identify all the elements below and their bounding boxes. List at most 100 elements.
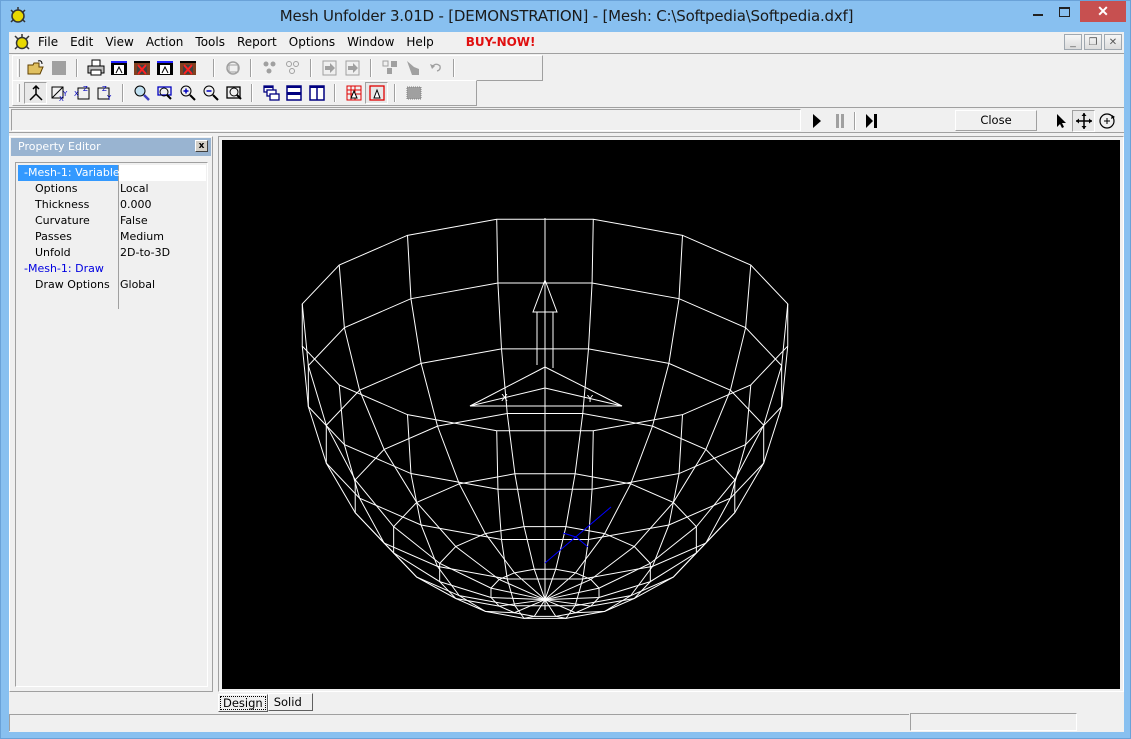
export-x-button[interactable] bbox=[130, 57, 153, 79]
property-value[interactable]: Local bbox=[119, 181, 206, 197]
zoom-in-button[interactable] bbox=[176, 82, 199, 104]
view-toolbar: XY XZ ZY bbox=[12, 80, 477, 106]
design-viewport[interactable]: XY bbox=[222, 140, 1120, 689]
pan-tool-button[interactable] bbox=[1072, 110, 1095, 132]
mdi-close-button[interactable]: ✕ bbox=[1104, 34, 1122, 50]
zoom-window-button[interactable] bbox=[153, 82, 176, 104]
undo-button[interactable] bbox=[424, 57, 447, 79]
animation-controls bbox=[805, 110, 882, 132]
title-bar[interactable]: Mesh Unfolder 3.01D - [DEMONSTRATION] - … bbox=[1, 1, 1131, 32]
menu-window[interactable]: Window bbox=[341, 32, 400, 52]
property-row[interactable]: Options Local bbox=[18, 181, 206, 197]
solid-gray-button[interactable] bbox=[402, 82, 425, 104]
property-value[interactable]: 0.000 bbox=[119, 197, 206, 213]
separator bbox=[370, 59, 372, 77]
mesh-longitude-line bbox=[496, 430, 546, 619]
property-value[interactable]: False bbox=[119, 213, 206, 229]
view-yz-button[interactable]: ZY bbox=[93, 82, 116, 104]
property-editor-close-button[interactable]: x bbox=[195, 140, 208, 152]
mdi-minimize-button[interactable]: _ bbox=[1064, 34, 1082, 50]
tab-design[interactable]: Design bbox=[218, 694, 268, 712]
property-value[interactable] bbox=[119, 165, 206, 181]
property-group-row[interactable]: -Mesh-1: Draw bbox=[18, 261, 206, 277]
property-row[interactable]: Passes Medium bbox=[18, 229, 206, 245]
toolbar-area: XY XZ ZY bbox=[9, 53, 1124, 106]
tile-vertical-button[interactable] bbox=[305, 82, 328, 104]
zoom-button[interactable] bbox=[130, 82, 153, 104]
minimize-icon: _ bbox=[1070, 36, 1076, 48]
separator bbox=[394, 84, 396, 102]
mesh-longitude-line bbox=[544, 265, 752, 601]
property-name: Curvature bbox=[18, 213, 119, 229]
menu-tools[interactable]: Tools bbox=[189, 32, 231, 52]
tile-horizontal-button[interactable] bbox=[282, 82, 305, 104]
property-value[interactable]: Medium bbox=[119, 229, 206, 245]
menu-options[interactable]: Options bbox=[283, 32, 341, 52]
rotate-tool-button[interactable] bbox=[1095, 110, 1118, 132]
property-row[interactable]: Curvature False bbox=[18, 213, 206, 229]
print-button[interactable] bbox=[84, 57, 107, 79]
mesh-longitude-line bbox=[496, 219, 546, 600]
maximize-button[interactable] bbox=[1051, 1, 1078, 22]
vertices-on-button[interactable] bbox=[258, 57, 281, 79]
render-button[interactable] bbox=[221, 57, 244, 79]
tab-solid[interactable]: Solid bbox=[267, 693, 313, 711]
menu-action[interactable]: Action bbox=[140, 32, 190, 52]
cascade-button[interactable] bbox=[259, 82, 282, 104]
menu-file[interactable]: File bbox=[32, 32, 64, 52]
property-row[interactable]: Unfold 2D-to-3D bbox=[18, 245, 206, 261]
separator bbox=[310, 59, 312, 77]
menu-report[interactable]: Report bbox=[231, 32, 283, 52]
menu-help[interactable]: Help bbox=[400, 32, 439, 52]
ucs-triangle bbox=[469, 387, 623, 407]
view-top-button[interactable] bbox=[24, 82, 47, 104]
view-xy-button[interactable]: XY bbox=[47, 82, 70, 104]
step-out-button[interactable] bbox=[341, 57, 364, 79]
pen-frame-button[interactable] bbox=[365, 82, 388, 104]
step-end-button[interactable] bbox=[859, 110, 882, 132]
toolbar-grip[interactable] bbox=[17, 59, 20, 77]
step-in-button[interactable] bbox=[318, 57, 341, 79]
export-a-button[interactable] bbox=[107, 57, 130, 79]
maximize-icon bbox=[1059, 6, 1070, 17]
open-button[interactable] bbox=[24, 57, 47, 79]
zoom-out-button[interactable] bbox=[199, 82, 222, 104]
print-icon bbox=[87, 59, 104, 76]
view-xz-button[interactable]: XZ bbox=[70, 82, 93, 104]
property-name: -Mesh-1: Draw bbox=[18, 261, 119, 277]
property-value[interactable]: Global bbox=[119, 277, 206, 293]
pointer-tool-button[interactable] bbox=[1049, 110, 1072, 132]
svg-text:Z: Z bbox=[102, 85, 107, 93]
pause-button[interactable] bbox=[828, 110, 851, 132]
menu-view[interactable]: View bbox=[99, 32, 139, 52]
property-name: Thickness bbox=[18, 197, 119, 213]
save-button[interactable] bbox=[47, 57, 70, 79]
document-logo-icon[interactable] bbox=[12, 33, 32, 51]
vertices-off-button[interactable] bbox=[281, 57, 304, 79]
toolbar-grip[interactable] bbox=[17, 84, 20, 102]
zoom-extents-button[interactable] bbox=[222, 82, 245, 104]
separator bbox=[334, 84, 336, 102]
fill-button[interactable] bbox=[401, 57, 424, 79]
minimize-icon bbox=[1032, 13, 1043, 16]
property-value[interactable]: 2D-to-3D bbox=[119, 245, 206, 261]
play-button[interactable] bbox=[805, 110, 828, 132]
animation-close-button[interactable]: Close bbox=[955, 110, 1037, 131]
property-value[interactable] bbox=[119, 261, 206, 277]
connect-button[interactable] bbox=[378, 57, 401, 79]
property-row[interactable]: Thickness 0.000 bbox=[18, 197, 206, 213]
minimize-button[interactable] bbox=[1024, 1, 1051, 22]
mdi-restore-button[interactable]: ❐ bbox=[1084, 34, 1102, 50]
close-icon: x bbox=[198, 141, 205, 151]
property-editor-header: Property Editor x bbox=[11, 138, 211, 156]
menu-edit[interactable]: Edit bbox=[64, 32, 99, 52]
mesh-longitude-line bbox=[301, 303, 546, 601]
property-row[interactable]: Draw Options Global bbox=[18, 277, 206, 293]
grid-pen-button[interactable] bbox=[342, 82, 365, 104]
export-x2-button[interactable] bbox=[176, 57, 199, 79]
export-a2-button[interactable] bbox=[153, 57, 176, 79]
close-window-button[interactable]: ✕ bbox=[1080, 1, 1126, 22]
property-group-row[interactable]: -Mesh-1: Variable bbox=[18, 165, 206, 181]
mesh-wireframe: XY bbox=[301, 218, 789, 619]
menu-buy-now[interactable]: BUY-NOW! bbox=[460, 32, 542, 52]
